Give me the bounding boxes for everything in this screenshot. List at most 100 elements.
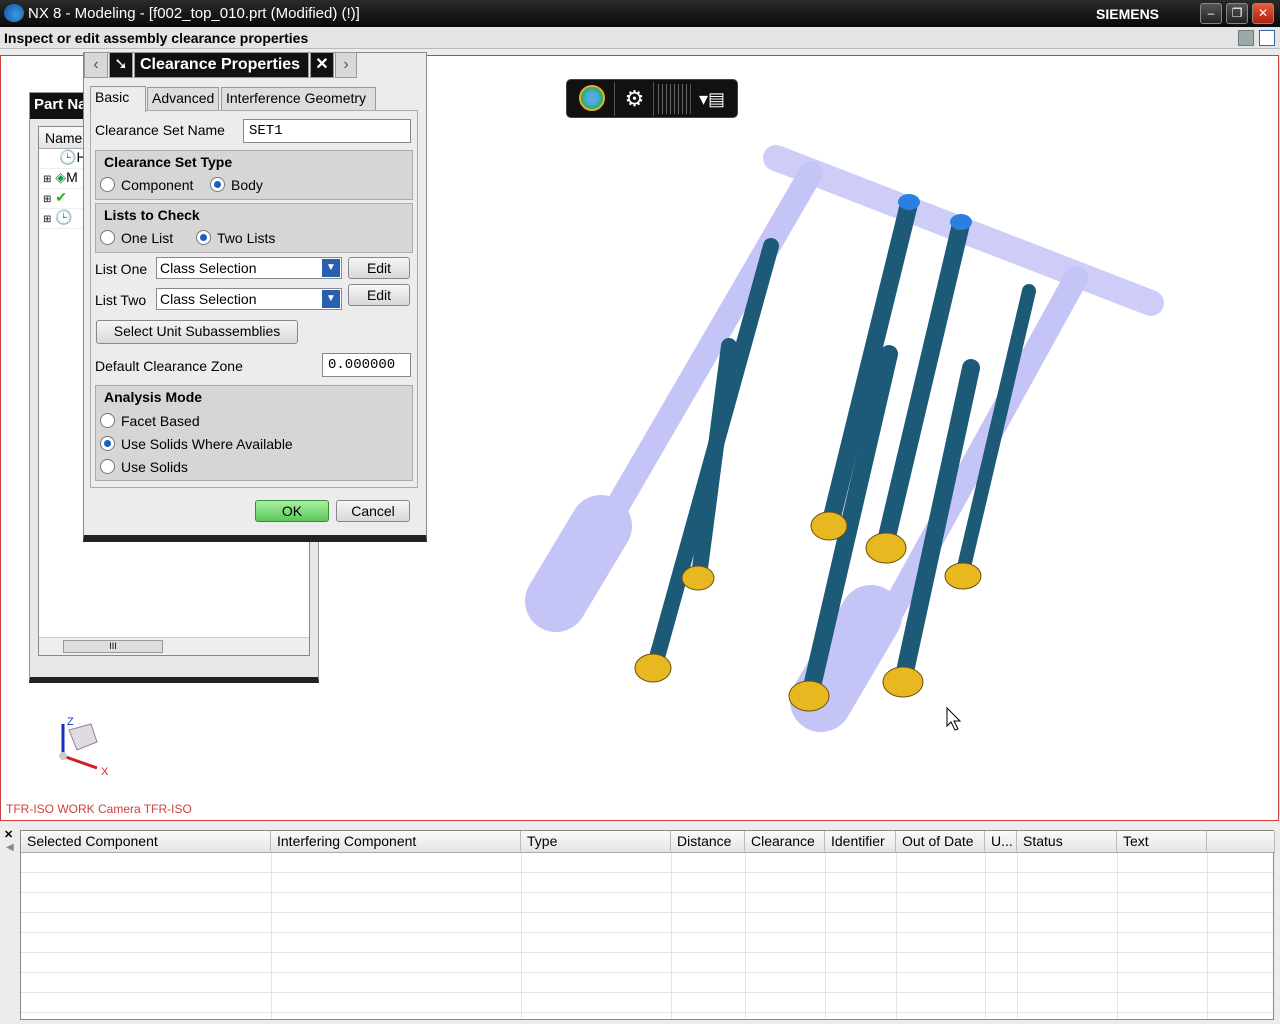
radio-one-list[interactable]: One List [100, 230, 173, 246]
tab-basic[interactable]: Basic [90, 86, 146, 112]
zone-input[interactable]: 0.000000 [322, 353, 411, 377]
column-header[interactable]: Clearance [745, 831, 825, 853]
close-button[interactable]: ✕ [1252, 3, 1274, 24]
table-row[interactable] [21, 933, 1273, 953]
table-row[interactable] [21, 993, 1273, 1013]
restore-button[interactable]: ❐ [1226, 3, 1248, 24]
zone-label: Default Clearance Zone [95, 358, 243, 374]
select-unit-subassemblies-button[interactable]: Select Unit Subassemblies [96, 320, 298, 344]
radio-use-solids[interactable]: Use Solids [100, 459, 188, 475]
close-panel-icon[interactable]: ✕ [4, 828, 13, 841]
column-divider [1117, 831, 1118, 1019]
list-two-label: List Two [95, 292, 147, 308]
close-dialog-icon[interactable]: ✕ [310, 52, 334, 78]
ok-button[interactable]: OK [255, 500, 329, 522]
tab-advanced[interactable]: Advanced [147, 87, 219, 111]
scroll-thumb[interactable]: III [63, 640, 163, 653]
column-divider [271, 831, 272, 1019]
radio-facet-based[interactable]: Facet Based [100, 413, 200, 429]
status-bar: Inspect or edit assembly clearance prope… [0, 27, 1280, 49]
column-header[interactable]: Type [521, 831, 671, 853]
tab-interference-geometry[interactable]: Interference Geometry [221, 87, 376, 111]
status-prompt: Inspect or edit assembly clearance prope… [4, 30, 309, 46]
ghost-cylinder-left [525, 495, 632, 632]
window-title: NX 8 - Modeling - [f002_top_010.prt (Mod… [28, 5, 360, 22]
dialog-title: Clearance Properties [134, 52, 309, 78]
grid-icon[interactable] [655, 84, 691, 114]
triad-icon [59, 723, 98, 770]
list-two-select[interactable]: Class Selection ▼ [156, 288, 342, 310]
column-divider [671, 831, 672, 1019]
column-divider [745, 831, 746, 1019]
nx-logo-icon [4, 4, 24, 22]
clearance-properties-dialog: ‹ ➘ Clearance Properties ✕ › Basic Advan… [83, 52, 427, 542]
fullscreen-icon[interactable] [1259, 30, 1275, 46]
check-icon: ✔ [55, 189, 68, 205]
pin-icon[interactable]: ➘ [109, 52, 133, 78]
column-divider [825, 831, 826, 1019]
nut-6 [882, 666, 924, 698]
nut-1 [634, 653, 672, 683]
column-header[interactable]: Out of Date [896, 831, 985, 853]
column-divider [1207, 831, 1208, 1019]
menu-list-icon[interactable]: ▾▤ [692, 82, 732, 116]
list-one-select[interactable]: Class Selection ▼ [156, 257, 342, 279]
column-header[interactable]: U... [985, 831, 1017, 853]
siemens-brand: SIEMENS [1096, 6, 1160, 22]
basic-tab-panel: Clearance Set Name SET1 Clearance Set Ty… [90, 110, 418, 488]
list-one-label: List One [95, 261, 148, 277]
nut-3 [810, 511, 848, 541]
radio-two-lists[interactable]: Two Lists [196, 230, 275, 246]
clearance-set-type-group: Clearance Set Type Component Body [95, 150, 413, 200]
column-header[interactable]: Selected Component [21, 831, 271, 853]
horizontal-scrollbar[interactable]: III [39, 637, 309, 655]
column-header[interactable]: Identifier [825, 831, 896, 853]
axis-x-label: X [101, 766, 109, 778]
radio-body[interactable]: Body [210, 177, 263, 193]
collapse-arrow-icon[interactable]: ◀ [6, 842, 14, 853]
nut-5 [788, 680, 830, 712]
model-icon: ◈ [55, 169, 67, 185]
radio-use-solids-where-available[interactable]: Use Solids Where Available [100, 436, 293, 452]
column-header[interactable]: Interfering Component [271, 831, 521, 853]
column-header[interactable]: Distance [671, 831, 745, 853]
table-row[interactable] [21, 893, 1273, 913]
group-title: Analysis Mode [104, 389, 203, 405]
mouse-cursor-icon [946, 706, 962, 731]
forward-arrow-button[interactable]: › [335, 52, 357, 78]
rod-7 [956, 284, 1036, 578]
set-name-input[interactable]: SET1 [243, 119, 411, 143]
camera-label: TFR-ISO WORK Camera TFR-ISO [6, 802, 192, 816]
gear-icon[interactable]: ⚙ [616, 82, 654, 116]
table-row[interactable] [21, 873, 1273, 893]
column-header[interactable] [1207, 831, 1275, 853]
list-one-edit-button[interactable]: Edit [348, 257, 410, 279]
table-row[interactable] [21, 973, 1273, 993]
clock-icon: 🕒 [55, 209, 73, 225]
status-icon[interactable] [1238, 30, 1254, 46]
table-row[interactable] [21, 953, 1273, 973]
chevron-down-icon: ▼ [322, 290, 340, 308]
cancel-button[interactable]: Cancel [336, 500, 410, 522]
list-two-edit-button[interactable]: Edit [348, 284, 410, 306]
clearance-results-table: Selected Component Interfering Component T… [20, 830, 1275, 1020]
column-header[interactable]: Status [1017, 831, 1117, 853]
nut-4 [865, 532, 907, 564]
nut-7 [944, 562, 982, 590]
expand-icon[interactable]: ⊞ [43, 194, 51, 205]
radio-component[interactable]: Component [100, 177, 193, 193]
group-title: Clearance Set Type [104, 154, 233, 170]
expand-icon[interactable]: ⊞ [43, 214, 51, 225]
table-row[interactable] [21, 853, 1273, 873]
table-row[interactable] [21, 913, 1273, 933]
back-arrow-button[interactable]: ‹ [84, 52, 108, 78]
minimize-button[interactable]: – [1200, 3, 1222, 24]
orient-view-icon[interactable] [569, 82, 615, 116]
clock-icon: 🕒 [59, 149, 77, 165]
column-header[interactable]: Text [1117, 831, 1207, 853]
axis-z-label: Z [67, 716, 74, 728]
group-title: Lists to Check [104, 207, 200, 223]
chevron-down-icon: ▼ [322, 259, 340, 277]
lists-to-check-group: Lists to Check One List Two Lists [95, 203, 413, 253]
expand-icon[interactable]: ⊞ [43, 174, 51, 185]
